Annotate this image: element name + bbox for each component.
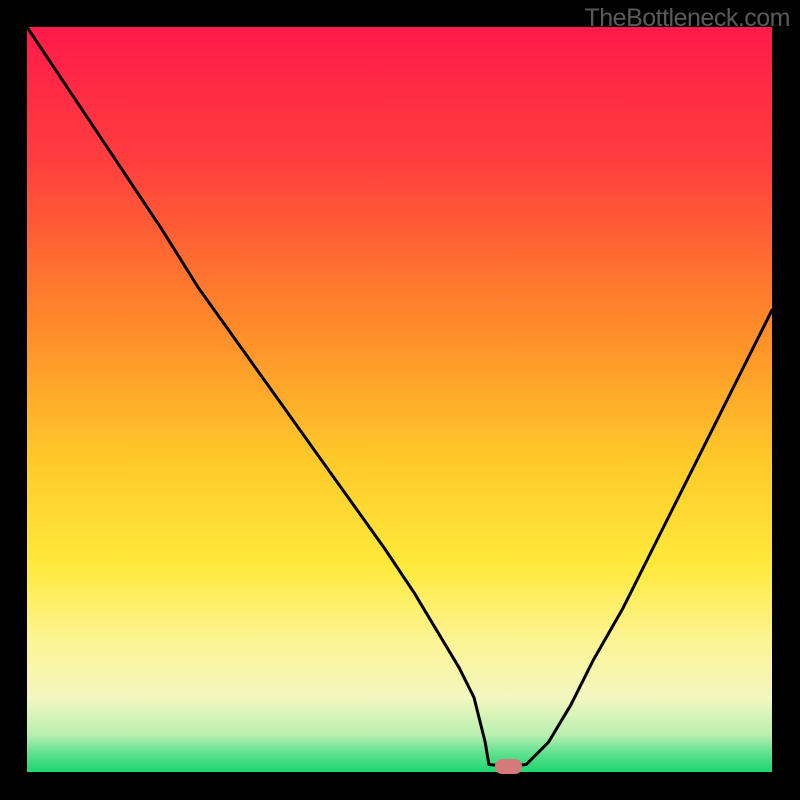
chart-curve bbox=[27, 27, 772, 772]
chart-container: TheBottleneck.com bbox=[0, 0, 800, 800]
watermark-text: TheBottleneck.com bbox=[585, 4, 791, 33]
optimal-point-marker bbox=[495, 759, 522, 774]
